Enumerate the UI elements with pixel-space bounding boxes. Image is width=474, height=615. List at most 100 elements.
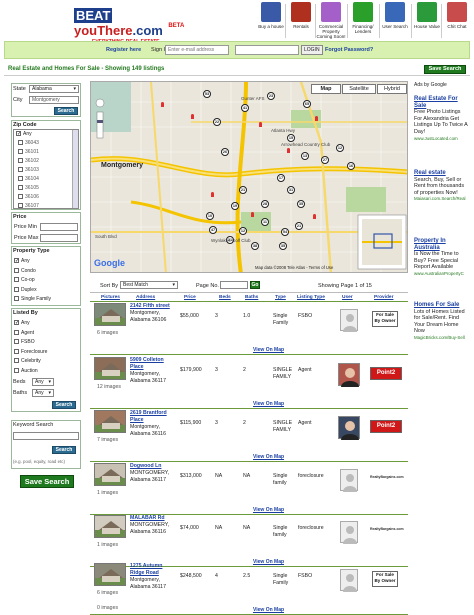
checkbox-option[interactable]: Auction — [14, 367, 47, 377]
column-header-listing-type[interactable]: Listing Type — [297, 295, 325, 300]
column-header-price[interactable]: Price — [184, 295, 196, 300]
checkbox[interactable] — [14, 348, 19, 354]
price-min-field[interactable] — [40, 223, 78, 231]
zip-option[interactable]: 36106 — [16, 193, 78, 202]
nav-user-search[interactable]: User Search — [380, 2, 410, 29]
map-marker[interactable]: 47 — [209, 226, 217, 234]
address-link[interactable]: Dogwood Ln — [130, 463, 172, 470]
checkbox[interactable] — [18, 194, 23, 200]
map-marker[interactable]: 54 — [281, 228, 289, 236]
map-marker[interactable]: 41 — [241, 104, 249, 112]
address-link[interactable]: MALABAR Rd — [130, 515, 172, 522]
checkbox[interactable] — [14, 320, 19, 326]
provider-point2-logo[interactable]: Point2 — [370, 420, 402, 433]
column-header-user[interactable]: User — [342, 295, 353, 300]
checkbox-option[interactable]: Co-op — [14, 276, 51, 286]
ad-block[interactable]: Real Estate For Sale Free Photo Listings … — [414, 96, 470, 142]
map-pin-icon[interactable] — [315, 116, 318, 121]
checkbox[interactable] — [18, 158, 23, 164]
column-header-pictures[interactable]: Pictures — [101, 295, 120, 300]
beds-select[interactable]: Any ▾ — [32, 378, 54, 386]
view-on-map-link[interactable]: View On Map — [253, 347, 284, 353]
column-header-address[interactable]: Address — [136, 295, 155, 300]
email-field[interactable] — [165, 45, 229, 55]
ad-block[interactable]: Homes For Sale Lots of Homes Listed for S… — [414, 302, 470, 342]
zip-option[interactable]: 36107 — [16, 202, 78, 208]
address-link[interactable]: 2619 Brantford Place — [130, 410, 172, 424]
map-marker[interactable]: 12 — [336, 144, 344, 152]
login-button[interactable]: LOGIN — [301, 45, 323, 55]
checkbox-option[interactable]: Foreclosure — [14, 348, 47, 358]
forgot-password-link[interactable]: Forgot Password? — [325, 47, 373, 53]
provider-fsbo-logo[interactable]: For Sale By Owner — [372, 571, 398, 587]
map-marker[interactable]: 22 — [213, 118, 221, 126]
map-pin-icon[interactable] — [287, 148, 290, 153]
map-pin-icon[interactable] — [211, 192, 214, 197]
checkbox[interactable] — [14, 329, 19, 335]
password-field[interactable] — [235, 45, 299, 55]
listings-map[interactable]: 53 41 23 65 22 15 26 13 12 27 16 17 21 28 31 35 19 10 11 12… — [90, 81, 408, 273]
listing-photo[interactable] — [94, 463, 126, 486]
city-field[interactable]: Montgomery — [29, 96, 79, 104]
register-link[interactable]: Register here — [106, 47, 141, 53]
checkbox[interactable] — [14, 358, 19, 364]
column-header-beds[interactable]: Beds — [219, 295, 231, 300]
ad-url[interactable]: Maiasari.com.Search/Real — [414, 196, 470, 203]
listing-photo[interactable] — [94, 515, 126, 538]
ad-block[interactable]: Property In Australia Is Now the Time to … — [414, 238, 470, 278]
checkbox[interactable] — [14, 367, 19, 373]
ad-url[interactable]: www.JustLocated.com — [414, 136, 470, 143]
ad-title[interactable]: Real Estate For Sale — [414, 96, 470, 109]
checkbox[interactable] — [18, 167, 23, 173]
map-marker[interactable]: 17 — [277, 174, 285, 182]
zoom-control[interactable] — [95, 98, 105, 142]
column-header-baths[interactable]: Baths — [245, 295, 258, 300]
save-search-big-button[interactable]: Save Search — [20, 475, 74, 488]
map-pin-icon[interactable] — [259, 122, 262, 127]
map-marker[interactable]: 12 — [239, 227, 247, 235]
checkbox-option[interactable]: FSBO — [14, 338, 47, 348]
ad-title[interactable]: Homes For Sale — [414, 302, 470, 309]
checkbox-option[interactable]: Any — [14, 319, 47, 329]
state-select[interactable]: Alabama ▾ — [29, 85, 79, 93]
zip-option[interactable]: 36043 — [16, 139, 78, 148]
map-tab-map[interactable]: Map — [311, 84, 341, 94]
map-marker[interactable]: 28 — [261, 200, 269, 208]
map-marker[interactable]: 31 — [287, 186, 295, 194]
map-pin-icon[interactable] — [251, 212, 254, 217]
checkbox-option[interactable]: Celebrity — [14, 357, 47, 367]
address-link[interactable]: 2142 Fifth street — [130, 303, 172, 310]
checkbox[interactable] — [14, 267, 19, 273]
nav-rental-sign[interactable]: Rentals — [286, 2, 316, 29]
checkbox[interactable] — [18, 185, 23, 191]
agent-photo[interactable] — [338, 416, 360, 440]
nav-chat-people[interactable]: Chit Chat — [442, 2, 472, 29]
zip-option[interactable]: 36105 — [16, 184, 78, 193]
zip-option[interactable]: 36102 — [16, 157, 78, 166]
view-on-map-link[interactable]: View On Map — [253, 507, 284, 513]
checkbox[interactable] — [18, 203, 23, 208]
checkbox[interactable] — [14, 258, 19, 264]
listing-photo[interactable] — [94, 303, 126, 326]
listing-photo[interactable] — [94, 410, 126, 433]
nav-checkmark[interactable]: Financing/ Lenders — [348, 2, 378, 34]
map-tab-satellite[interactable]: Satellite — [342, 84, 376, 94]
checkbox[interactable] — [14, 296, 19, 302]
zip-option[interactable]: 36104 — [16, 175, 78, 184]
go-button[interactable]: Go — [250, 281, 260, 289]
map-marker[interactable]: 19 — [231, 202, 239, 210]
column-header-type[interactable]: Type — [275, 295, 286, 300]
zip-listbox[interactable]: Any 36043 36101 36102 36103 36104 36105 36106 3… — [13, 129, 79, 209]
address-link[interactable]: 5909 Colleton Place — [130, 357, 172, 371]
map-marker[interactable]: 21 — [239, 186, 247, 194]
scrollbar[interactable] — [72, 130, 78, 208]
keyword-search-button[interactable]: Search — [52, 446, 76, 454]
view-on-map-link[interactable]: View On Map — [253, 607, 284, 613]
map-pin-icon[interactable] — [191, 114, 194, 119]
map-tab-hybrid[interactable]: Hybrid — [377, 84, 407, 94]
baths-select[interactable]: Any ▾ — [32, 389, 54, 397]
listing-photo[interactable] — [94, 563, 126, 586]
provider-fsbo-logo[interactable]: For Sale By Owner — [372, 311, 398, 327]
checkbox-option[interactable]: Condo — [14, 267, 51, 277]
listing-photo[interactable] — [94, 357, 126, 380]
